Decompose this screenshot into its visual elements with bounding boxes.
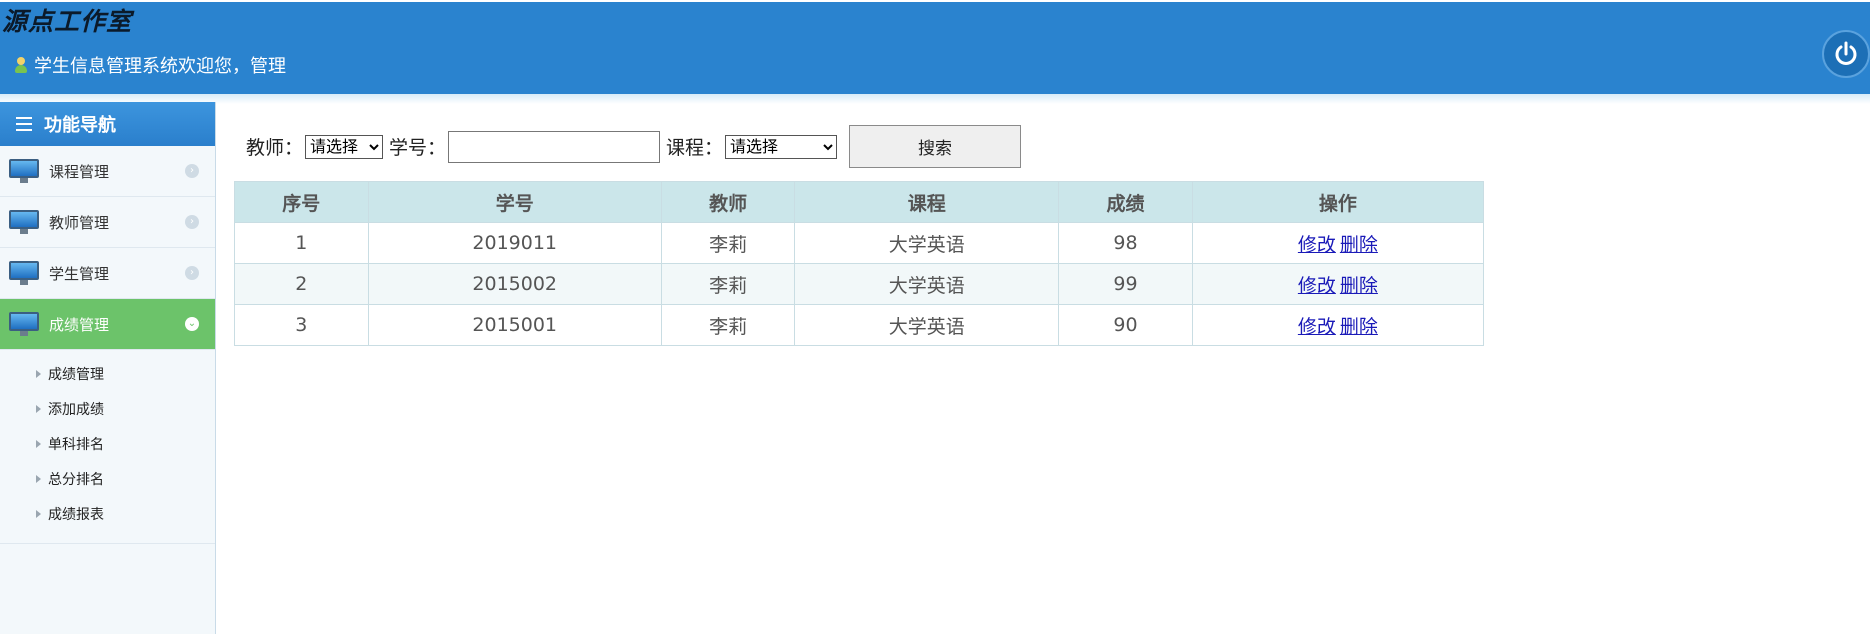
edit-link[interactable]: 修改 [1298, 316, 1336, 338]
chevron-right-icon: › [185, 266, 199, 280]
table-row: 1 2019011 李莉 大学英语 98 修改 删除 [234, 222, 1485, 264]
monitor-icon [9, 261, 39, 285]
sidebar-item-course[interactable]: 课程管理 › [0, 146, 215, 197]
sidebar-item-label: 教师管理 [49, 213, 110, 232]
submenu-label: 添加成绩 [48, 401, 104, 418]
triangle-right-icon [36, 509, 41, 518]
submenu-total-rank[interactable]: 总分排名 [0, 461, 215, 496]
delete-link[interactable]: 删除 [1340, 234, 1378, 256]
cell-student-id: 2019011 [367, 222, 662, 264]
cell-score: 98 [1058, 222, 1193, 264]
column-header-no: 序号 [234, 181, 369, 223]
header-divider [0, 94, 1870, 104]
cell-score: 99 [1058, 263, 1193, 305]
submenu-score-report[interactable]: 成绩报表 [0, 496, 215, 531]
triangle-right-icon [36, 474, 41, 483]
sidebar-item-label: 学生管理 [49, 264, 110, 283]
list-icon [16, 117, 32, 131]
triangle-right-icon [36, 369, 41, 378]
power-icon[interactable] [1822, 30, 1870, 78]
sidebar-item-label: 课程管理 [49, 162, 110, 181]
course-select[interactable]: 请选择 [725, 134, 838, 159]
sidebar-item-teacher[interactable]: 教师管理 › [0, 197, 215, 248]
cell-actions: 修改 删除 [1191, 263, 1485, 305]
cell-course: 大学英语 [794, 304, 1060, 346]
column-header-actions: 操作 [1191, 181, 1485, 223]
column-header-teacher: 教师 [660, 181, 796, 223]
cell-teacher: 李莉 [660, 263, 796, 305]
submenu-label: 成绩管理 [48, 366, 104, 383]
teacher-label: 教师： [246, 137, 304, 159]
triangle-right-icon [36, 439, 41, 448]
chevron-right-icon: › [185, 215, 199, 229]
cell-student-id: 2015001 [367, 304, 662, 346]
cell-no: 2 [234, 263, 369, 305]
submenu-label: 单科排名 [48, 436, 104, 453]
table-header-row: 序号 学号 教师 课程 成绩 操作 [234, 181, 1485, 223]
delete-link[interactable]: 删除 [1340, 316, 1378, 338]
chevron-down-icon: ⌄ [185, 317, 199, 331]
cell-course: 大学英语 [794, 263, 1060, 305]
column-header-student-id: 学号 [367, 181, 662, 223]
submenu-add-score[interactable]: 添加成绩 [0, 391, 215, 426]
teacher-select[interactable]: 请选择 [305, 134, 384, 159]
column-header-score: 成绩 [1058, 181, 1193, 223]
cell-no: 1 [234, 222, 369, 264]
sidebar-item-score[interactable]: 成绩管理 ⌄ [0, 299, 215, 350]
sidebar: 功能导航 课程管理 › 教师管理 › 学生管理 › 成绩管理 ⌄ 成绩管理 添加… [0, 102, 216, 634]
sidebar-item-label: 成绩管理 [49, 315, 110, 334]
table-row: 2 2015002 李莉 大学英语 99 修改 删除 [234, 263, 1485, 305]
submenu-single-rank[interactable]: 单科排名 [0, 426, 215, 461]
score-table: 序号 学号 教师 课程 成绩 操作 1 2019011 李莉 大学英语 98 修… [234, 181, 1485, 346]
course-label: 课程： [666, 137, 724, 159]
user-icon [14, 56, 28, 74]
sidebar-item-student[interactable]: 学生管理 › [0, 248, 215, 299]
triangle-right-icon [36, 404, 41, 413]
brand-title: 源点工作室 [2, 7, 133, 36]
chevron-right-icon: › [185, 164, 199, 178]
cell-teacher: 李莉 [660, 222, 796, 264]
welcome-text: 学生信息管理系统欢迎您，管理 [34, 56, 286, 77]
student-id-input[interactable] [448, 130, 661, 163]
edit-link[interactable]: 修改 [1298, 234, 1336, 256]
sidebar-header: 功能导航 [0, 102, 215, 146]
delete-link[interactable]: 删除 [1340, 275, 1378, 297]
cell-teacher: 李莉 [660, 304, 796, 346]
welcome-message: 学生信息管理系统欢迎您，管理 [14, 52, 286, 78]
top-header: 源点工作室 学生信息管理系统欢迎您，管理 [0, 2, 1870, 94]
table-row: 3 2015001 李莉 大学英语 90 修改 删除 [234, 304, 1485, 346]
cell-actions: 修改 删除 [1191, 222, 1485, 264]
cell-no: 3 [234, 304, 369, 346]
submenu-label: 总分排名 [48, 471, 104, 488]
column-header-course: 课程 [794, 181, 1060, 223]
submenu-score-manage[interactable]: 成绩管理 [0, 356, 215, 391]
score-submenu: 成绩管理 添加成绩 单科排名 总分排名 成绩报表 [0, 350, 215, 544]
cell-score: 90 [1058, 304, 1193, 346]
cell-actions: 修改 删除 [1191, 304, 1485, 346]
edit-link[interactable]: 修改 [1298, 275, 1336, 297]
submenu-label: 成绩报表 [48, 506, 104, 523]
search-bar: 教师： 请选择 学号： 课程： 请选择 搜索 [246, 125, 1022, 168]
cell-student-id: 2015002 [367, 263, 662, 305]
monitor-icon [9, 312, 39, 336]
sidebar-title: 功能导航 [44, 115, 116, 136]
student-id-label: 学号： [389, 137, 447, 159]
search-button[interactable]: 搜索 [849, 125, 1022, 168]
power-icon-glyph [1835, 41, 1857, 65]
monitor-icon [9, 159, 39, 183]
monitor-icon [9, 210, 39, 234]
cell-course: 大学英语 [794, 222, 1060, 264]
